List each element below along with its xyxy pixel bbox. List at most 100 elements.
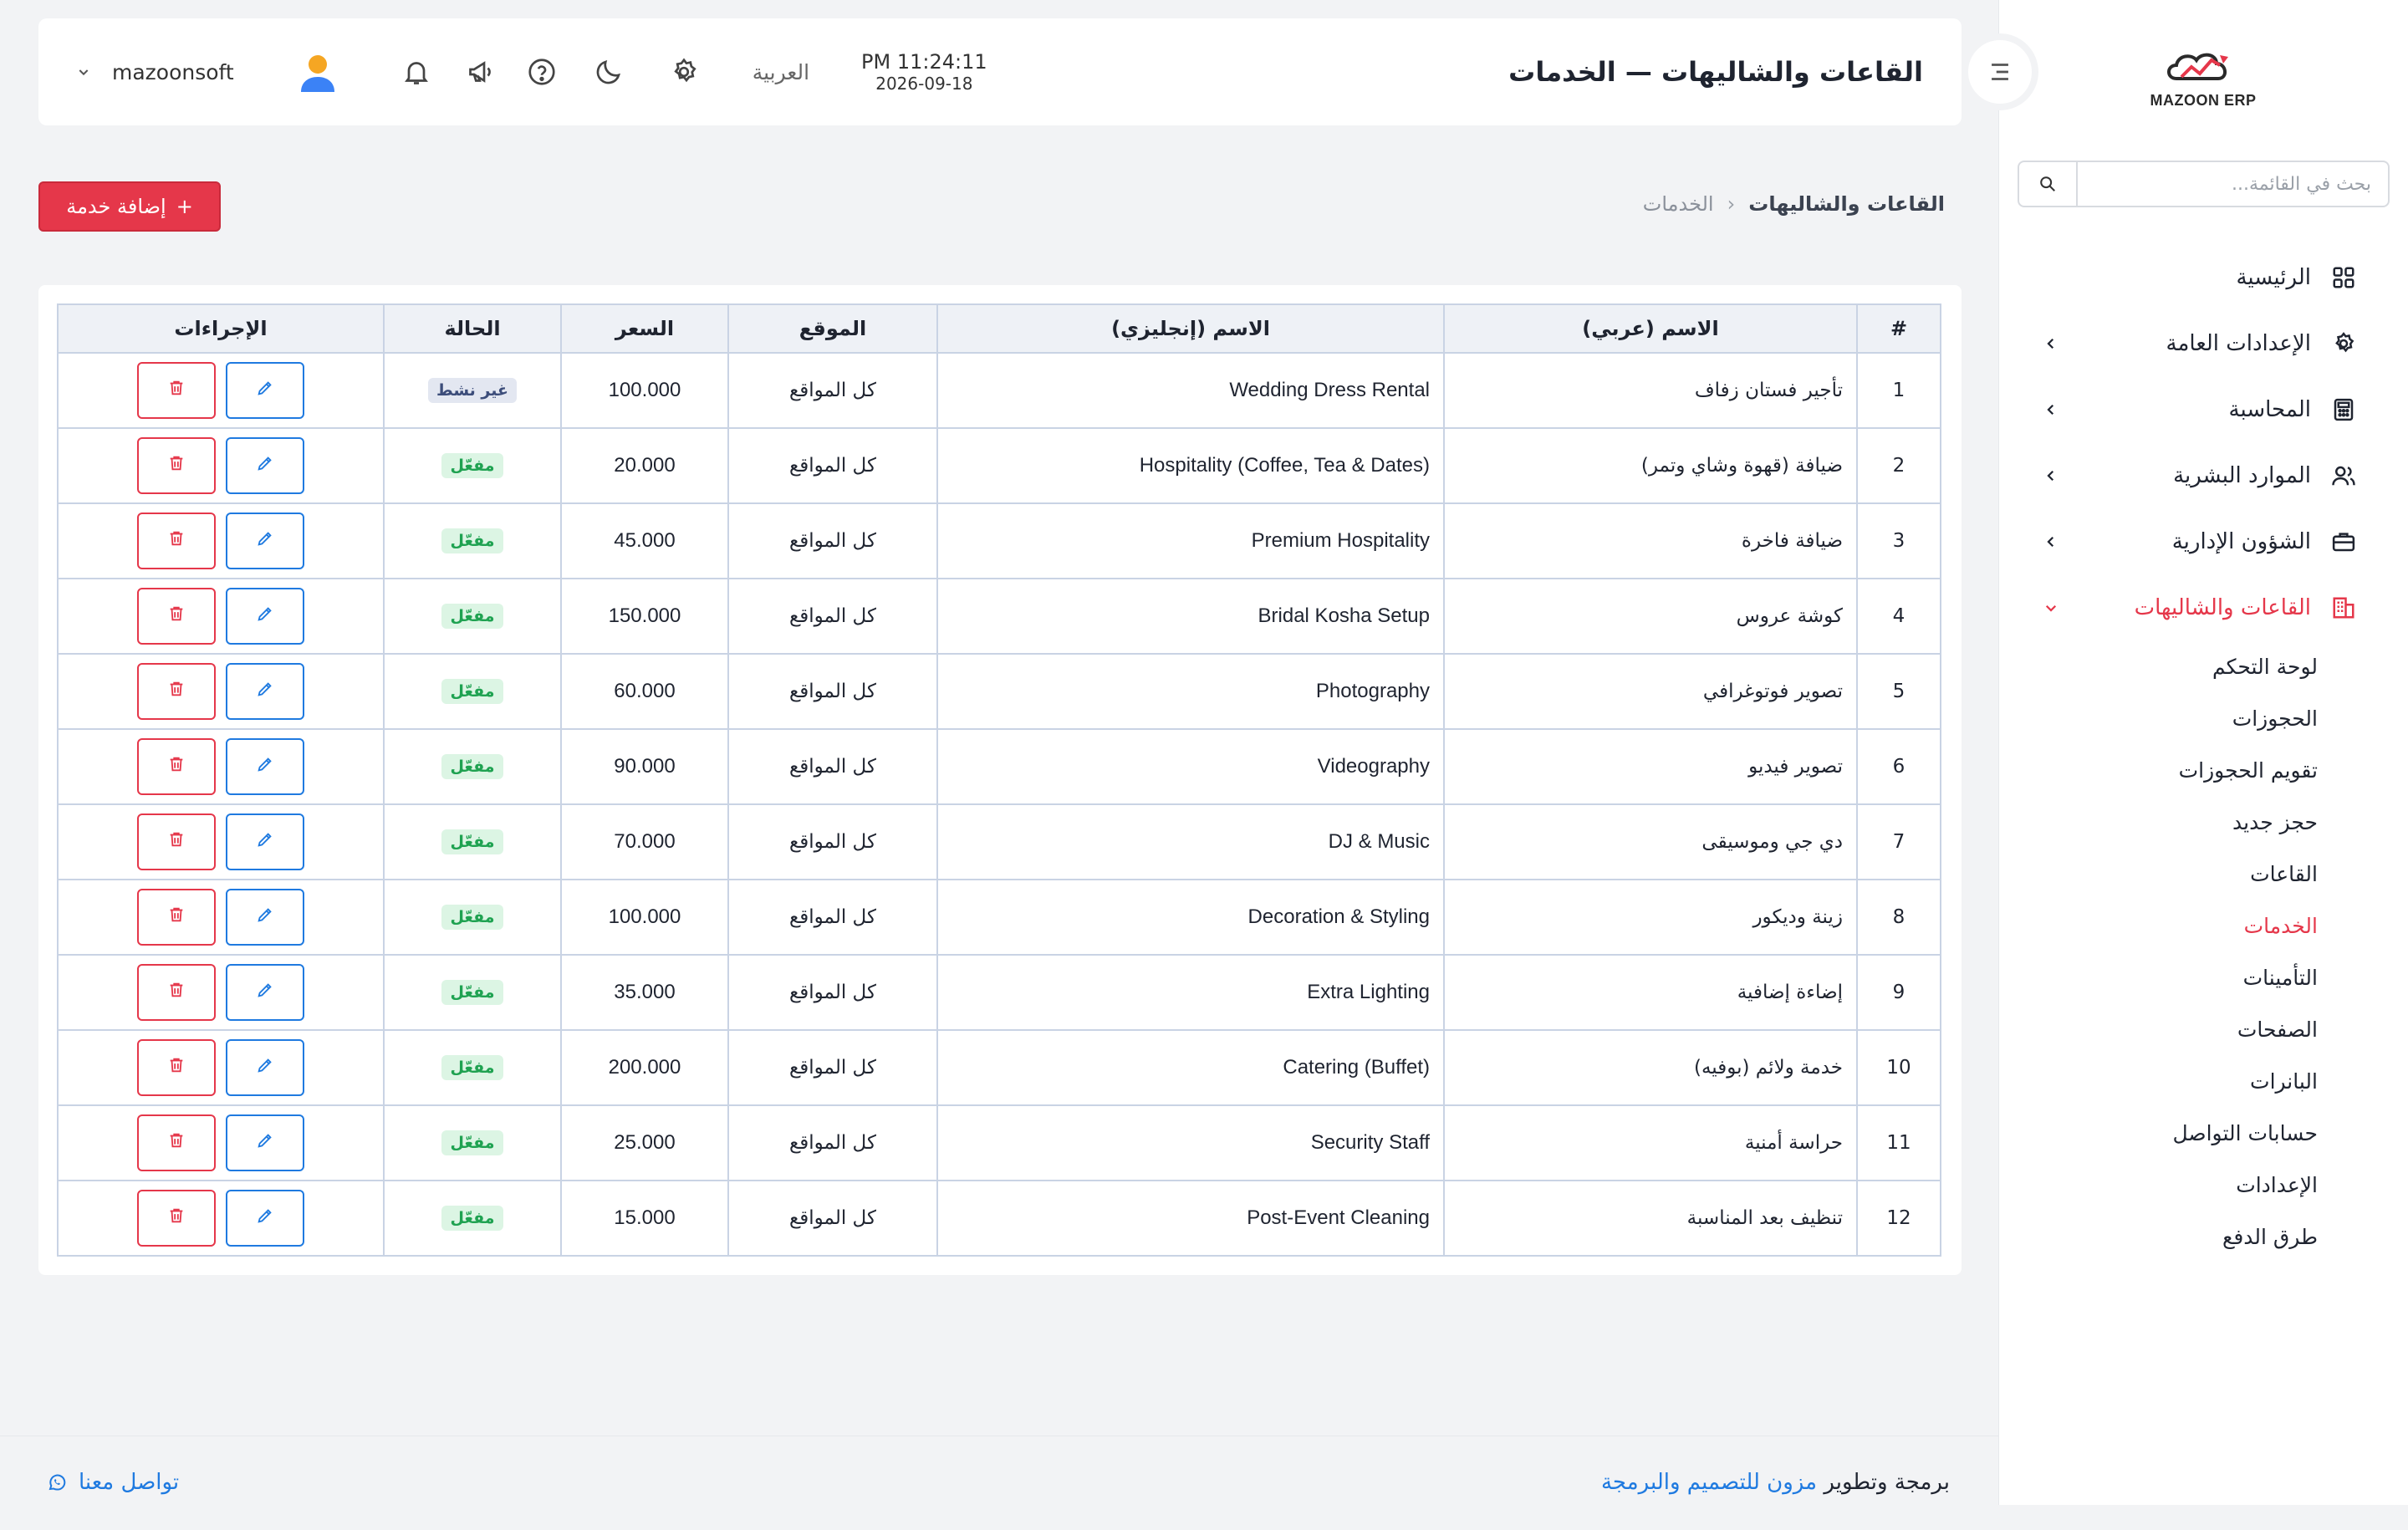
status-badge: مفعّل — [441, 980, 503, 1005]
add-service-button[interactable]: + إضافة خدمة — [38, 181, 221, 232]
sidebar-subitem[interactable]: القاعات — [1998, 848, 2318, 900]
sidebar-subitem[interactable]: التأمينات — [1998, 951, 2318, 1003]
cell-status: مفعّل — [383, 502, 562, 579]
edit-button[interactable] — [226, 362, 304, 419]
help-icon[interactable] — [523, 54, 560, 90]
cell-actions — [57, 954, 385, 1031]
edit-button[interactable] — [226, 437, 304, 494]
sidebar-item-halls-chalets[interactable]: القاعات والشاليهات — [1998, 574, 2408, 640]
sidebar-search-input[interactable] — [2078, 162, 2388, 206]
contact-link[interactable]: تواصل معنا — [47, 1470, 179, 1495]
cell-num: 1 — [1856, 352, 1941, 429]
sidebar-item-hr[interactable]: الموارد البشرية — [1998, 442, 2408, 508]
delete-button[interactable] — [137, 513, 216, 569]
user-avatar[interactable] — [296, 50, 339, 94]
table-body: 1 تأجير فستان زفاف Wedding Dress Rental كل … — [57, 352, 1941, 1257]
cell-price: 20.000 — [560, 427, 729, 504]
footer-credit: برمجة وتطوير مزون للتصميم والبرمجة — [1601, 1470, 1950, 1495]
edit-button[interactable] — [226, 738, 304, 795]
trash-icon — [167, 1131, 186, 1155]
cell-status: مفعّل — [383, 954, 562, 1031]
delete-button[interactable] — [137, 1039, 216, 1096]
chevron-left-icon — [2040, 399, 2062, 421]
cell-name-ar: تصوير فيديو — [1443, 728, 1858, 805]
language-switch[interactable]: العربية — [752, 60, 809, 84]
footer-brand-link[interactable]: مزون للتصميم والبرمجة — [1601, 1470, 1817, 1495]
delete-button[interactable] — [137, 663, 216, 720]
sidebar-item-admin-affairs[interactable]: الشؤون الإدارية — [1998, 508, 2408, 574]
breadcrumb-link[interactable]: الخدمات — [1643, 192, 1714, 216]
delete-button[interactable] — [137, 1114, 216, 1171]
delete-button[interactable] — [137, 889, 216, 946]
cell-status: مفعّل — [383, 803, 562, 880]
settings-icon[interactable] — [666, 54, 702, 90]
cell-price: 35.000 — [560, 954, 729, 1031]
edit-button[interactable] — [226, 1190, 304, 1247]
cell-status: مفعّل — [383, 1029, 562, 1106]
cell-name-en: Videography — [936, 728, 1445, 805]
status-badge: مفعّل — [441, 528, 503, 553]
cell-actions — [57, 728, 385, 805]
menu-toggle-button[interactable] — [1962, 33, 2038, 110]
chevron-left-icon — [2040, 333, 2062, 354]
sidebar-item-accounting[interactable]: المحاسبة — [1998, 376, 2408, 442]
cell-location: كل المواقع — [727, 653, 938, 730]
table-row: 9 إضاءة إضافية Extra Lighting كل المواقع 35.… — [57, 954, 1941, 1031]
cell-name-en: Premium Hospitality — [936, 502, 1445, 579]
table-row: 1 تأجير فستان زفاف Wedding Dress Rental كل … — [57, 352, 1941, 429]
moon-icon[interactable] — [590, 54, 627, 90]
edit-button[interactable] — [226, 1039, 304, 1096]
delete-button[interactable] — [137, 362, 216, 419]
trash-icon — [167, 755, 186, 778]
edit-button[interactable] — [226, 889, 304, 946]
app-logo[interactable]: MAZOON ERP — [2149, 33, 2258, 117]
bell-icon[interactable] — [398, 54, 435, 90]
delete-button[interactable] — [137, 964, 216, 1021]
sidebar-subitem[interactable]: الإعدادات — [1998, 1159, 2318, 1211]
trash-icon — [167, 529, 186, 553]
edit-button[interactable] — [226, 588, 304, 645]
delete-button[interactable] — [137, 1190, 216, 1247]
edit-button[interactable] — [226, 813, 304, 870]
sidebar-subitem[interactable]: البانرات — [1998, 1055, 2318, 1107]
sidebar-item-home[interactable]: الرئيسية — [1998, 244, 2408, 310]
edit-button[interactable] — [226, 513, 304, 569]
sidebar-item-general-settings[interactable]: الإعدادات العامة — [1998, 310, 2408, 376]
sidebar-subitem[interactable]: الحجوزات — [1998, 692, 2318, 744]
cell-location: كل المواقع — [727, 1180, 938, 1257]
col-header-location: الموقع — [727, 303, 938, 354]
breadcrumb: القاعات والشاليهات ‹ الخدمات — [1643, 192, 1945, 216]
delete-button[interactable] — [137, 738, 216, 795]
cell-actions — [57, 1029, 385, 1106]
search-icon[interactable] — [2019, 162, 2078, 206]
delete-button[interactable] — [137, 813, 216, 870]
pencil-icon — [256, 1206, 274, 1230]
cell-name-ar: تأجير فستان زفاف — [1443, 352, 1858, 429]
sidebar-subitem[interactable]: لوحة التحكم — [1998, 640, 2318, 692]
col-header-status: الحالة — [383, 303, 562, 354]
delete-button[interactable] — [137, 588, 216, 645]
megaphone-icon[interactable] — [463, 54, 500, 90]
sidebar-subitem[interactable]: تقويم الحجوزات — [1998, 744, 2318, 796]
add-service-label: إضافة خدمة — [66, 195, 166, 218]
trash-icon — [167, 379, 186, 402]
services-card: # الاسم (عربي) الاسم (إنجليزي) الموقع ال… — [38, 285, 1962, 1275]
edit-button[interactable] — [226, 964, 304, 1021]
sidebar-subitem[interactable]: الصفحات — [1998, 1003, 2318, 1055]
chevron-down-icon[interactable] — [77, 65, 90, 79]
header-datetime: PM 11:24:11 2026-09-18 — [861, 50, 987, 94]
col-header-num: # — [1856, 303, 1941, 354]
edit-button[interactable] — [226, 1114, 304, 1171]
sidebar-subitem[interactable]: طرق الدفع — [1998, 1211, 2318, 1262]
sidebar-subitem[interactable]: حجز جديد — [1998, 796, 2318, 848]
user-name[interactable]: mazoonsoft — [112, 60, 234, 84]
edit-button[interactable] — [226, 663, 304, 720]
sidebar-item-label: الشؤون الإدارية — [2171, 528, 2311, 554]
delete-button[interactable] — [137, 437, 216, 494]
breadcrumb-current[interactable]: القاعات والشاليهات — [1748, 192, 1945, 216]
trash-icon — [167, 981, 186, 1004]
sidebar-subitem-active[interactable]: الخدمات — [1998, 900, 2318, 951]
sidebar-submenu: لوحة التحكم الحجوزات تقويم الحجوزات حجز … — [1998, 640, 2408, 1262]
sidebar-nav: الرئيسية الإعدادات العامة المحاسبة الموا… — [1998, 244, 2408, 1262]
sidebar-subitem[interactable]: حسابات التواصل — [1998, 1107, 2318, 1159]
